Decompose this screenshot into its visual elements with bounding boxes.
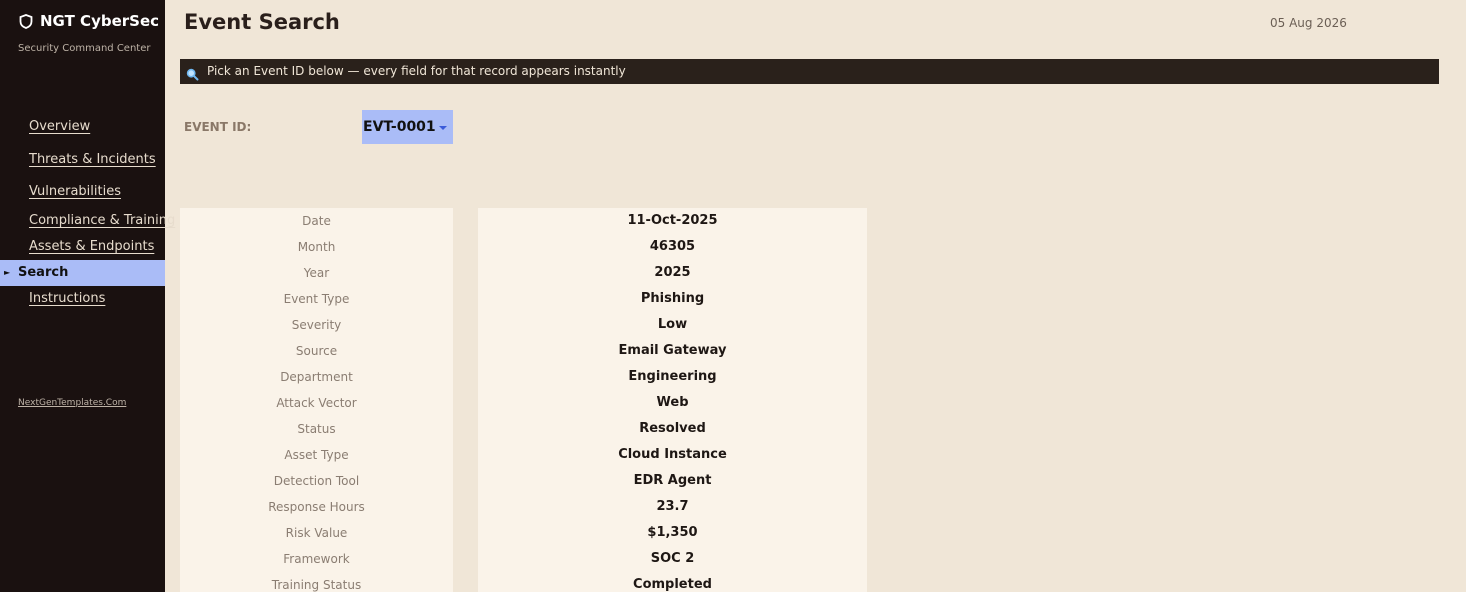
record-field-value: Web <box>656 395 689 410</box>
magnifier-icon <box>186 65 199 81</box>
instruction-banner: Pick an Event ID below — every field for… <box>180 59 1439 84</box>
event-id-label: EVENT ID: <box>184 120 252 134</box>
sidebar-item-label: Assets & Endpoints <box>29 239 155 254</box>
record-field-value: Phishing <box>640 291 705 306</box>
record-field-value: SOC 2 <box>650 551 695 566</box>
header-date: 05 Aug 2026 <box>1270 16 1347 30</box>
sidebar-item-label: Search <box>18 265 69 280</box>
record-field-labels: Date Month Year Event Type Severity Source Dep… <box>180 208 453 592</box>
brand-name: NGT CyberSec <box>40 12 160 30</box>
record-field-label: Risk Value <box>285 526 348 540</box>
record-field-value: Low <box>657 317 688 332</box>
sidebar-item-vulnerabilities[interactable]: Vulnerabilities <box>0 179 165 205</box>
record-field-label: Response Hours <box>268 500 365 514</box>
event-id-dropdown[interactable]: EVT-0001 <box>362 110 453 144</box>
sidebar-item-instructions[interactable]: Instructions <box>0 286 165 312</box>
record-field-value: 2025 <box>654 265 691 280</box>
record-field-values: 11-Oct-2025 46305 2025 Phishing Low Email Gat… <box>478 208 867 592</box>
sidebar-item-overview[interactable]: Overview <box>0 114 165 140</box>
sidebar-item-label: Threats & Incidents <box>29 152 156 167</box>
record-field-label: Training Status <box>271 578 362 592</box>
record-field-value: $1,350 <box>647 525 698 540</box>
sidebar-item-label: Vulnerabilities <box>29 184 121 199</box>
shield-icon <box>19 13 33 29</box>
record-field-label: Asset Type <box>284 448 349 462</box>
footer-link[interactable]: NextGenTemplates.Com <box>18 398 126 408</box>
record-field-label: Source <box>295 344 338 358</box>
sidebar-item-assets-endpoints[interactable]: Assets & Endpoints <box>0 234 165 260</box>
brand: NGT CyberSec <box>19 12 159 30</box>
sidebar-item-label: Instructions <box>29 291 106 306</box>
sidebar-item-compliance-training[interactable]: Compliance & Training <box>0 208 175 234</box>
record-field-label: Attack Vector <box>276 396 357 410</box>
record-field-label: Year <box>303 266 330 280</box>
record-field-label: Severity <box>291 318 342 332</box>
record-field-value: 46305 <box>649 239 696 254</box>
record-field-value: 11-Oct-2025 <box>627 213 718 228</box>
record-field-value: Completed <box>633 577 712 592</box>
record-field-label: Framework <box>283 552 350 566</box>
record-field-label: Detection Tool <box>273 474 360 488</box>
chevron-down-icon <box>439 126 447 130</box>
record-field-value: Engineering <box>628 369 717 384</box>
sidebar: NGT CyberSec Security Command Center Ove… <box>0 0 175 592</box>
caret-right-icon: ► <box>4 268 11 277</box>
app-window: NGT CyberSec Security Command Center Ove… <box>0 0 1466 592</box>
record-field-value: Resolved <box>639 421 706 436</box>
record-field-value: EDR Agent <box>633 473 712 488</box>
record-field-value: 23.7 <box>656 499 689 514</box>
record-field-value: Cloud Instance <box>618 447 727 462</box>
page-title: Event Search <box>184 10 340 34</box>
sidebar-item-label: Overview <box>29 119 91 134</box>
sidebar-item-label: Compliance & Training <box>29 213 176 228</box>
sidebar-item-search[interactable]: ► Search <box>0 260 165 286</box>
brand-subtitle: Security Command Center <box>18 43 151 54</box>
record-field-label: Date <box>302 214 331 228</box>
banner-text: Pick an Event ID below — every field for… <box>207 64 626 78</box>
record-field-label: Event Type <box>283 292 350 306</box>
record-field-label: Department <box>280 370 353 384</box>
record-field-label: Status <box>297 422 336 436</box>
record-field-value: Email Gateway <box>618 343 727 358</box>
sidebar-item-threats-incidents[interactable]: Threats & Incidents <box>0 147 165 173</box>
record-field-label: Month <box>297 240 336 254</box>
event-id-value: EVT-0001 <box>363 119 436 135</box>
